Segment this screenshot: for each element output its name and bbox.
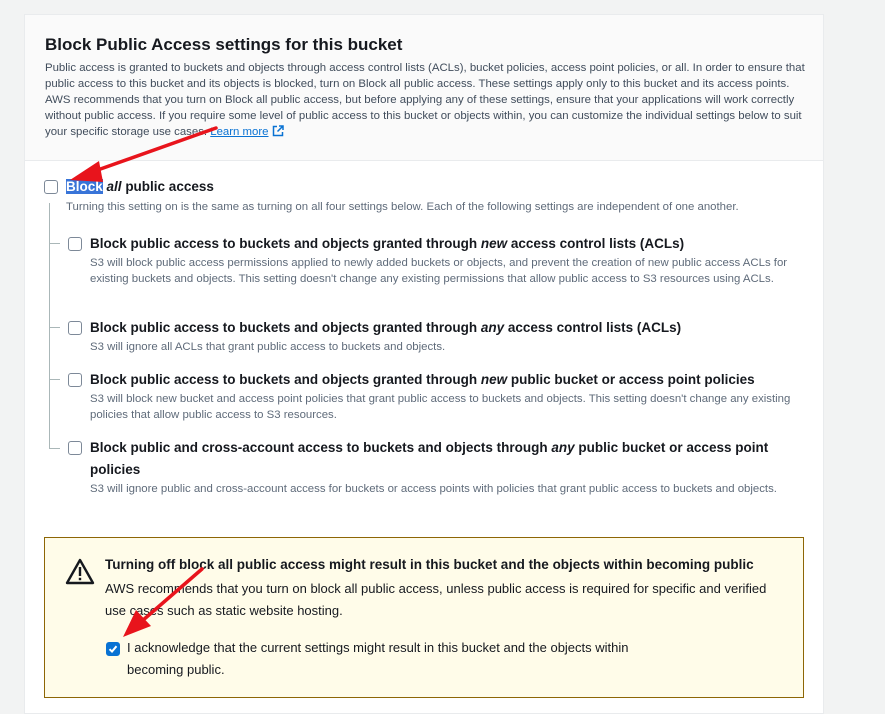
block-all-label: Block all public access [66,176,214,198]
panel-header: Block Public Access settings for this bu… [25,15,823,161]
option-title-text: Block public and cross-account access to… [90,440,548,455]
option-new-policies-title: Block public access to buckets and objec… [90,369,755,391]
tree-branch [49,448,60,449]
option-any-acls-description: S3 will ignore all ACLs that grant publi… [90,341,446,353]
option-title-text: Block public access to buckets and objec… [90,236,478,251]
external-link-icon[interactable] [272,125,284,137]
option-any-acls-title: Block public access to buckets and objec… [90,317,681,339]
option-title-text: access control lists (ACLs) [510,236,685,251]
block-all-description: Turning this setting on is the same as t… [66,201,739,213]
option-new-policies-checkbox[interactable] [68,373,82,387]
option-new-acls-title: Block public access to buckets and objec… [90,233,684,255]
option-any-policies-checkbox[interactable] [68,441,82,455]
tree-branch [49,243,60,244]
checkmark-icon [108,645,118,653]
option-new-policies-description: S3 will block new bucket and access poin… [90,393,791,421]
option-title-emphasis: new [480,372,508,387]
block-all-label-italic: all [106,179,122,194]
block-all-checkbox[interactable] [44,180,58,194]
option-new-acls-checkbox[interactable] [68,237,82,251]
page-title: Block Public Access settings for this bu… [45,35,403,54]
warning-text: AWS recommends that you turn on block al… [105,581,767,618]
option-any-policies-description: S3 will ignore public and cross-account … [90,483,777,495]
warning-triangle-icon [65,558,95,585]
header-description: Public access is granted to buckets and … [45,60,815,140]
acknowledge-checkbox[interactable] [106,642,120,656]
option-title-emphasis: any [480,320,505,335]
option-title-text: access control lists (ACLs) [507,320,682,335]
option-title-text: Block public access to buckets and objec… [90,372,478,387]
option-new-acls-description: S3 will block public access permissions … [90,257,788,285]
block-all-label-rest: public access [125,179,214,194]
warning-alert: Turning off block all public access migh… [44,537,804,698]
warning-title: Turning off block all public access migh… [105,557,754,572]
tree-branch [49,327,60,328]
option-title-text: Block public access to buckets and objec… [90,320,478,335]
option-title-emphasis: new [480,236,508,251]
option-any-acls-checkbox[interactable] [68,321,82,335]
option-title-text: public bucket or access point policies [510,372,755,387]
option-title-emphasis: any [551,440,575,455]
tree-branch [49,379,60,380]
acknowledge-label: I acknowledge that the current settings … [127,640,629,677]
learn-more-link[interactable]: Learn more [210,126,268,138]
tree-line [49,203,50,449]
option-any-policies-title: Block public and cross-account access to… [90,437,790,481]
description-text: Public access is granted to buckets and … [45,62,805,138]
block-all-label-highlight: Block [66,179,103,194]
